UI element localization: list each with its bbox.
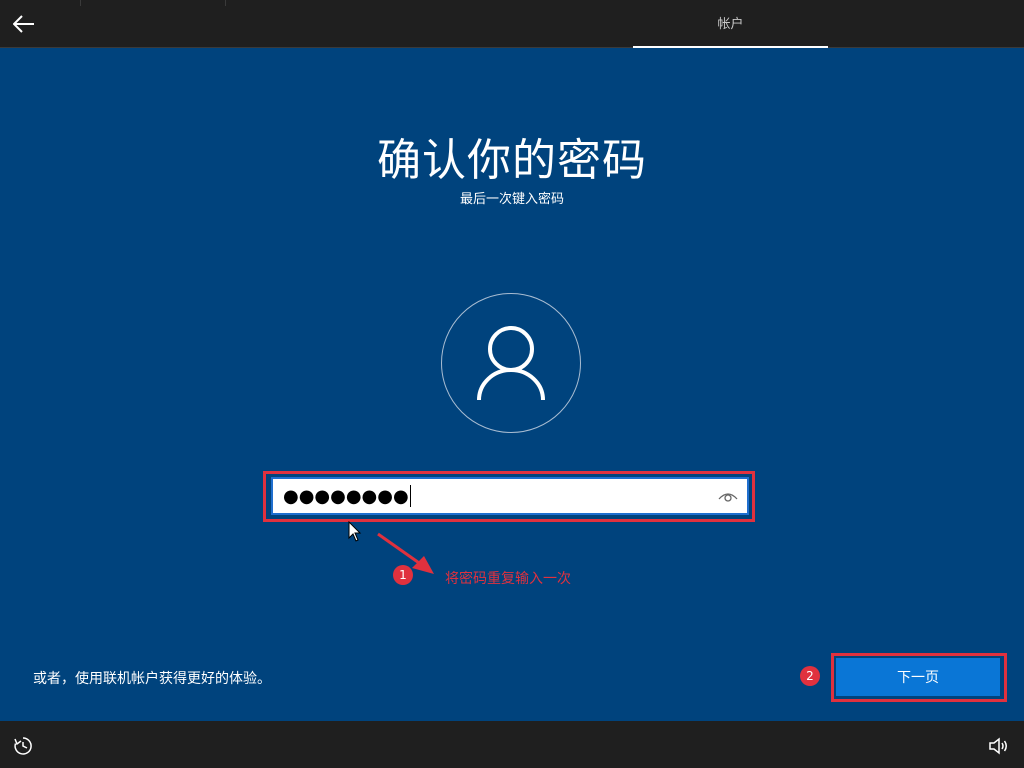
eye-icon: [718, 493, 738, 502]
back-button[interactable]: [8, 8, 40, 40]
online-account-link[interactable]: 或者，使用联机帐户获得更好的体验。: [33, 668, 271, 688]
next-button[interactable]: 下一页: [836, 658, 1000, 696]
tab-account: 帐户: [633, 0, 828, 48]
mouse-pointer-icon: [348, 521, 362, 542]
setup-page: 确认你的密码 最后一次键入密码 ●●●●●●●● 1 将密码重复输入一次 或者，…: [0, 48, 1024, 721]
ease-of-access-icon: [14, 737, 32, 755]
volume-icon: [989, 737, 1007, 755]
tab-divider: [225, 0, 226, 6]
back-arrow-icon: [13, 15, 34, 33]
password-value: ●●●●●●●●: [283, 485, 409, 507]
annotation-badge-2: 2: [800, 666, 820, 686]
annotation-text: 将密码重复输入一次: [445, 571, 571, 587]
page-title: 确认你的密码: [377, 135, 647, 186]
text-caret: [409, 485, 411, 507]
page-subtitle: 最后一次键入密码: [459, 192, 564, 207]
volume-button[interactable]: [987, 735, 1009, 757]
password-input[interactable]: ●●●●●●●●: [271, 477, 749, 515]
avatar: [441, 293, 581, 433]
top-bar: 帐户: [0, 0, 1024, 48]
ease-of-access-button[interactable]: [12, 735, 34, 757]
bottom-bar: [0, 721, 1024, 768]
reveal-password-button[interactable]: [717, 486, 739, 508]
tab-divider: [80, 0, 81, 6]
user-icon: [477, 326, 545, 401]
annotation-badge-1: 1: [393, 565, 413, 585]
